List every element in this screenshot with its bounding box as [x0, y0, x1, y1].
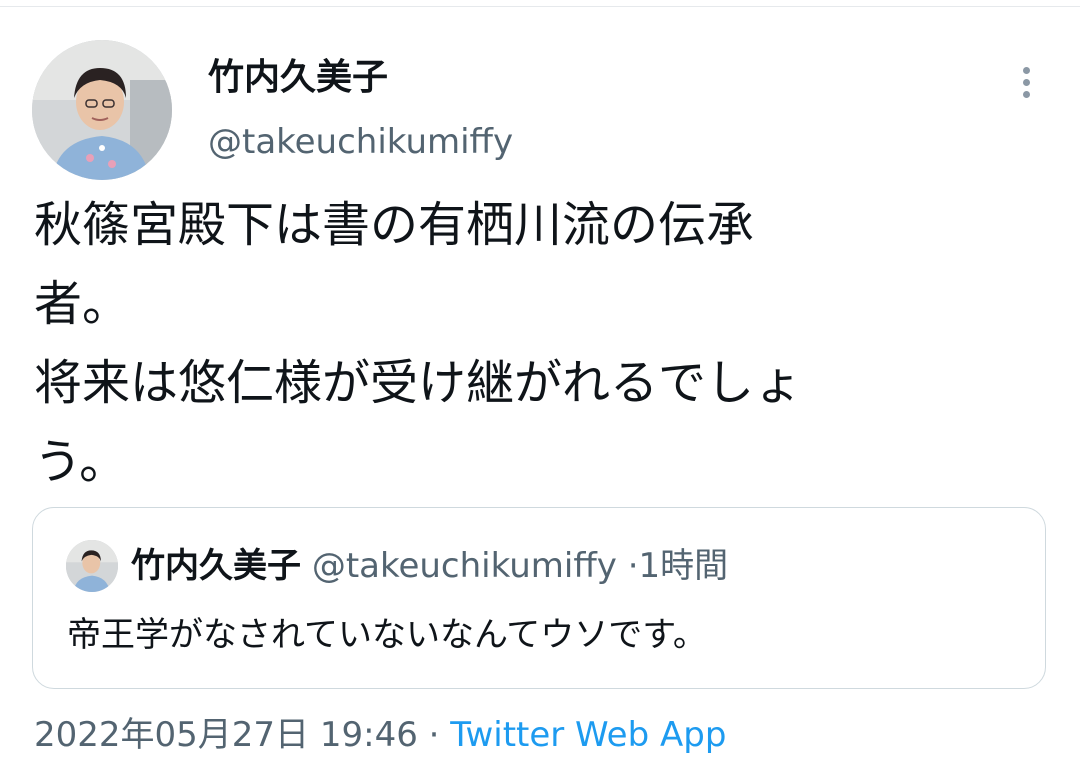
quoted-tweet-card[interactable]: 竹内久美子 @takeuchikumiffy ·1時間 帝王学がなされていないな…: [32, 507, 1046, 689]
quote-author-handle: @takeuchikumiffy: [311, 546, 617, 586]
more-dot: [1022, 78, 1030, 86]
author-handle[interactable]: @takeuchikumiffy: [208, 118, 513, 166]
quote-header: 竹内久美子 @takeuchikumiffy ·1時間: [131, 542, 728, 590]
tweet-text: 秋篠宮殿下は書の有栖川流の伝承 者。 将来は悠仁様が受け継がれるでしょ う。: [34, 197, 803, 490]
avatar-photo-icon: [66, 540, 118, 592]
author-display-name[interactable]: 竹内久美子: [208, 54, 388, 102]
more-dot: [1022, 66, 1030, 74]
avatar-photo-icon: [32, 40, 172, 180]
author-avatar[interactable]: [32, 40, 172, 180]
quote-time: 1時間: [638, 546, 729, 586]
tweet-meta: 2022年05月27日 19:46 · Twitter Web App: [34, 710, 726, 760]
top-divider: [0, 0, 1080, 7]
quote-separator: ·: [627, 546, 639, 586]
quote-author-name: 竹内久美子: [131, 546, 301, 586]
source-app-link[interactable]: Twitter Web App: [450, 715, 726, 755]
quote-author-avatar: [66, 540, 118, 592]
quote-text: 帝王学がなされていないなんてウソです。: [67, 615, 707, 655]
meta-separator: ·: [428, 715, 440, 755]
tweet-timestamp[interactable]: 2022年05月27日 19:46: [34, 715, 418, 755]
more-options-icon[interactable]: [1006, 58, 1046, 106]
more-dot: [1022, 90, 1030, 98]
